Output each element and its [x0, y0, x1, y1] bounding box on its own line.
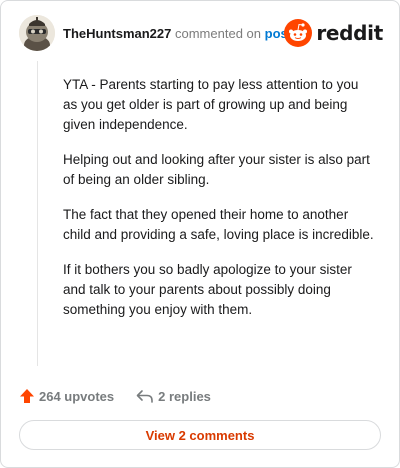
- upvote-button[interactable]: 264 upvotes: [19, 388, 114, 404]
- reply-icon: [136, 390, 153, 403]
- comment-paragraph: YTA - Parents starting to pay less atten…: [63, 77, 359, 132]
- comment-header: TheHuntsman227 commented on post reddit: [19, 15, 383, 55]
- comment-paragraph: Helping out and looking after your siste…: [63, 152, 370, 187]
- replies-count: 2 replies: [158, 388, 211, 404]
- reddit-logo-icon: [284, 19, 313, 47]
- comment-byline: TheHuntsman227 commented on post: [63, 26, 292, 41]
- upvote-count: 264 upvotes: [39, 388, 115, 404]
- view-comments-button[interactable]: View 2 comments: [19, 420, 381, 450]
- snoo-avatar-icon: [19, 15, 55, 51]
- comment-actions: 264 upvotes 2 replies: [19, 385, 211, 407]
- byline-action-text: commented on: [175, 26, 261, 41]
- reddit-brand[interactable]: reddit: [284, 18, 383, 48]
- comment-body: YTA - Parents starting to pay less atten…: [63, 75, 375, 335]
- comment-paragraph: If it bothers you so badly apologize to …: [63, 262, 352, 317]
- replies-button[interactable]: 2 replies: [136, 388, 211, 404]
- upvote-arrow-icon: [20, 389, 34, 403]
- comment-paragraph: The fact that they opened their home to …: [63, 207, 374, 242]
- author-name[interactable]: TheHuntsman227: [63, 26, 171, 41]
- user-avatar[interactable]: [19, 15, 55, 51]
- comment-card: TheHuntsman227 commented on post reddit …: [0, 0, 400, 468]
- thread-line[interactable]: [37, 61, 38, 366]
- reddit-wordmark: reddit: [316, 21, 383, 45]
